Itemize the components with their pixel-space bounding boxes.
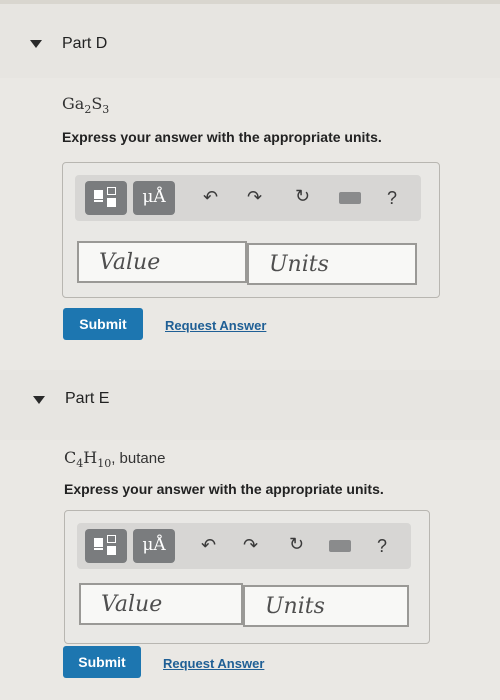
help-icon[interactable]: ? (377, 537, 387, 555)
part-e-toolbar: μÅ ↶ ↷ ↻ ? (77, 523, 411, 569)
units-icon: μÅ (142, 187, 166, 207)
part-d-request-answer-link[interactable]: Request Answer (165, 318, 266, 333)
keyboard-icon[interactable] (339, 192, 361, 204)
part-d-submit-button[interactable]: Submit (63, 308, 143, 340)
undo-icon[interactable]: ↶ (203, 188, 218, 206)
part-d-answer-box: μÅ ↶ ↷ ↻ ? (62, 162, 440, 298)
part-e-formula: C4H10, butane (64, 448, 166, 471)
part-d-value-input[interactable] (79, 243, 245, 281)
part-e-value-input[interactable] (81, 585, 241, 623)
units-icon: μÅ (142, 535, 166, 555)
reset-icon[interactable]: ↻ (295, 187, 310, 205)
part-e-title: Part E (65, 390, 110, 407)
undo-icon[interactable]: ↶ (201, 536, 216, 554)
part-e-prompt: Express your answer with the appropriate… (64, 481, 384, 497)
part-d-formula: Ga2S3 (62, 94, 110, 117)
reset-icon[interactable]: ↻ (289, 535, 304, 553)
help-icon[interactable]: ? (387, 189, 397, 207)
part-d-prompt: Express your answer with the appropriate… (62, 129, 382, 145)
keyboard-icon[interactable] (329, 540, 351, 552)
part-e-units-input[interactable] (245, 587, 407, 625)
part-d-header[interactable]: Part D (0, 4, 500, 78)
units-button[interactable]: μÅ (133, 529, 175, 563)
units-button[interactable]: μÅ (133, 181, 175, 215)
part-e-header[interactable]: Part E (0, 370, 500, 440)
part-d-units-field[interactable] (247, 243, 417, 285)
part-e-answer-box: μÅ ↶ ↷ ↻ ? (64, 510, 430, 644)
collapse-triangle-icon[interactable] (33, 396, 45, 404)
redo-icon[interactable]: ↷ (243, 536, 258, 554)
part-d-units-input[interactable] (249, 245, 415, 283)
collapse-triangle-icon[interactable] (30, 40, 42, 48)
part-e-units-field[interactable] (243, 585, 409, 627)
part-e-value-field[interactable] (79, 583, 243, 625)
part-d-title: Part D (62, 35, 108, 52)
part-d-toolbar: μÅ ↶ ↷ ↻ ? (75, 175, 421, 221)
part-d-value-field[interactable] (77, 241, 247, 283)
templates-icon[interactable] (85, 181, 127, 215)
redo-icon[interactable]: ↷ (247, 188, 262, 206)
part-d-body: Ga2S3 Express your answer with the appro… (0, 78, 500, 370)
part-e-body: C4H10, butane Express your answer with t… (0, 440, 500, 700)
part-e-submit-button[interactable]: Submit (63, 646, 141, 678)
templates-icon[interactable] (85, 529, 127, 563)
part-e-request-answer-link[interactable]: Request Answer (163, 656, 264, 671)
